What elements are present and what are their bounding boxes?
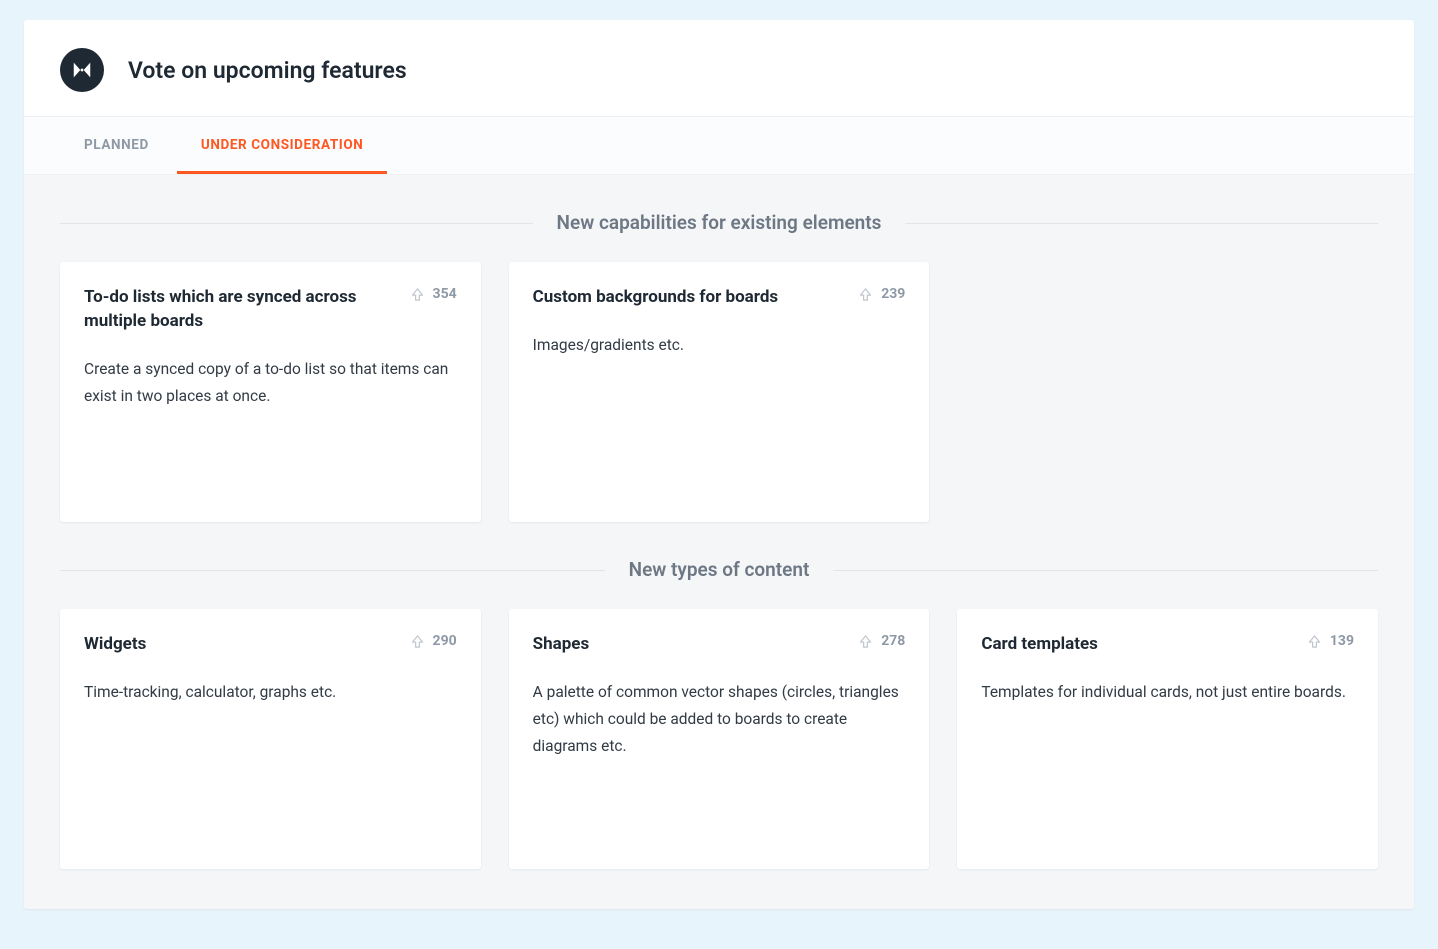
vote-count: 239 [881,286,905,302]
tab-planned[interactable]: PLANNED [60,117,173,174]
card-description: Templates for individual cards, not just… [981,679,1354,706]
tab-under-consideration[interactable]: UNDER CONSIDERATION [177,117,388,174]
section-header: New types of content [60,522,1378,581]
section-title: New types of content [605,558,834,581]
vote-count: 290 [433,633,457,649]
card-description: Images/gradients etc. [533,332,906,359]
vote-button[interactable]: 239 [858,286,905,302]
feature-card[interactable]: Shapes 278 A palette of common vector sh… [509,609,930,869]
card-grid: Widgets 290 Time-tracking, calculator, g… [60,609,1378,869]
section-header: New capabilities for existing elements [60,175,1378,234]
vote-button[interactable]: 290 [410,633,457,649]
logo-icon [71,59,93,81]
vote-count: 139 [1330,633,1354,649]
page-title: Vote on upcoming features [128,57,407,84]
card-description: A palette of common vector shapes (circl… [533,679,906,760]
content-area: New capabilities for existing elements T… [24,175,1414,909]
upvote-icon [1307,634,1322,649]
vote-button[interactable]: 354 [410,286,457,302]
card-grid: To-do lists which are synced across mult… [60,262,1378,522]
feature-card[interactable]: To-do lists which are synced across mult… [60,262,481,522]
card-title: Custom backgrounds for boards [533,286,779,310]
vote-count: 278 [881,633,905,649]
vote-count: 354 [433,286,457,302]
app-logo [60,48,104,92]
section-title: New capabilities for existing elements [533,211,906,234]
card-title: Card templates [981,633,1098,657]
card-title: To-do lists which are synced across mult… [84,286,392,334]
card-title: Shapes [533,633,590,657]
card-description: Time-tracking, calculator, graphs etc. [84,679,457,706]
tabs: PLANNED UNDER CONSIDERATION [24,116,1414,175]
card-description: Create a synced copy of a to-do list so … [84,356,457,410]
upvote-icon [410,287,425,302]
card-title: Widgets [84,633,146,657]
feature-card[interactable]: Card templates 139 Templates for individ… [957,609,1378,869]
upvote-icon [858,287,873,302]
panel-header: Vote on upcoming features [24,20,1414,116]
feature-card[interactable]: Custom backgrounds for boards 239 Images… [509,262,930,522]
upvote-icon [410,634,425,649]
vote-button[interactable]: 278 [858,633,905,649]
main-panel: Vote on upcoming features PLANNED UNDER … [24,20,1414,909]
feature-card[interactable]: Widgets 290 Time-tracking, calculator, g… [60,609,481,869]
upvote-icon [858,634,873,649]
vote-button[interactable]: 139 [1307,633,1354,649]
